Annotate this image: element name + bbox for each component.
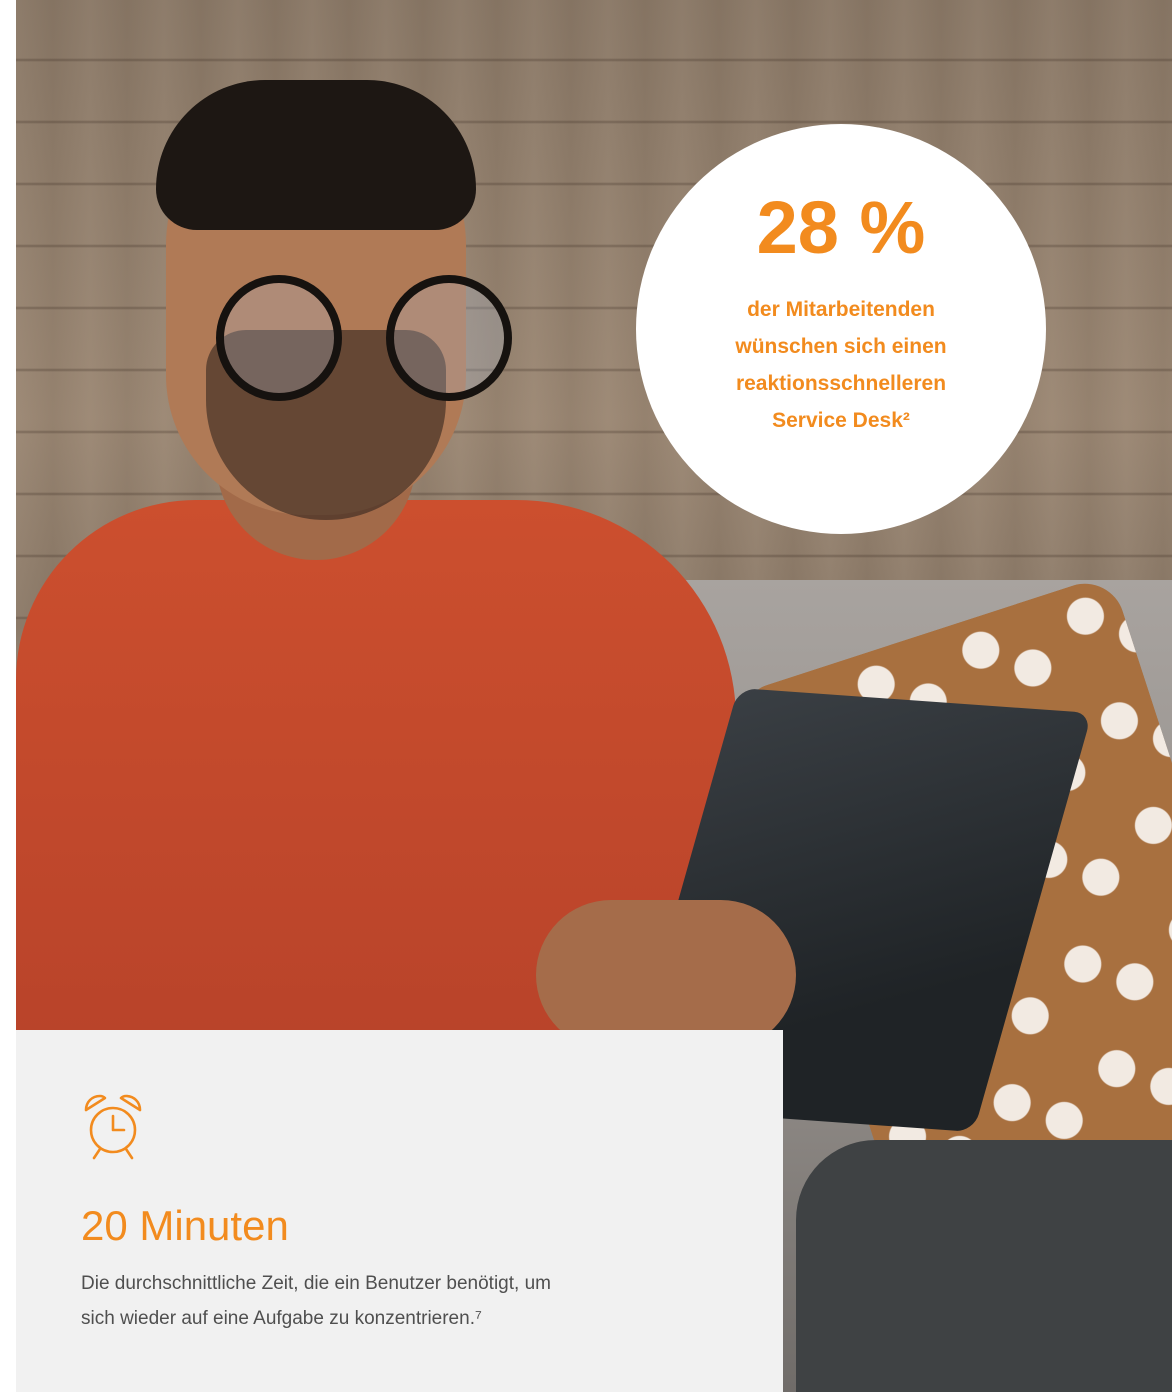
highlight-stat-line-3: reaktionsschnelleren <box>735 372 947 395</box>
highlight-stat-line-4: Service Desk² <box>772 409 910 432</box>
highlight-stat-value: 28 % <box>756 186 926 269</box>
glasses-right-lens <box>386 275 512 401</box>
card-title: 20 Minuten <box>81 1202 289 1249</box>
card-text-line-1: Die durchschnittliche Zeit, die ein Benu… <box>81 1273 551 1294</box>
info-card: 20 Minuten Die durchschnittliche Zeit, d… <box>16 1030 783 1392</box>
highlight-stat-line-1: der Mitarbeitenden <box>747 298 935 321</box>
legs <box>796 1140 1172 1392</box>
highlight-stat-circle: 28 % der Mitarbeitenden wünschen sich ei… <box>636 124 1046 534</box>
card-text: Die durchschnittliche Zeit, die ein Benu… <box>81 1266 741 1336</box>
glasses-left-lens <box>216 275 342 401</box>
hand <box>536 900 796 1050</box>
highlight-stat-line-2: wünschen sich einen <box>735 335 947 358</box>
alarm-clock-icon <box>84 1094 142 1160</box>
card-text-line-2: sich wieder auf eine Aufgabe zu konzentr… <box>81 1308 482 1329</box>
person-hair <box>156 80 476 230</box>
